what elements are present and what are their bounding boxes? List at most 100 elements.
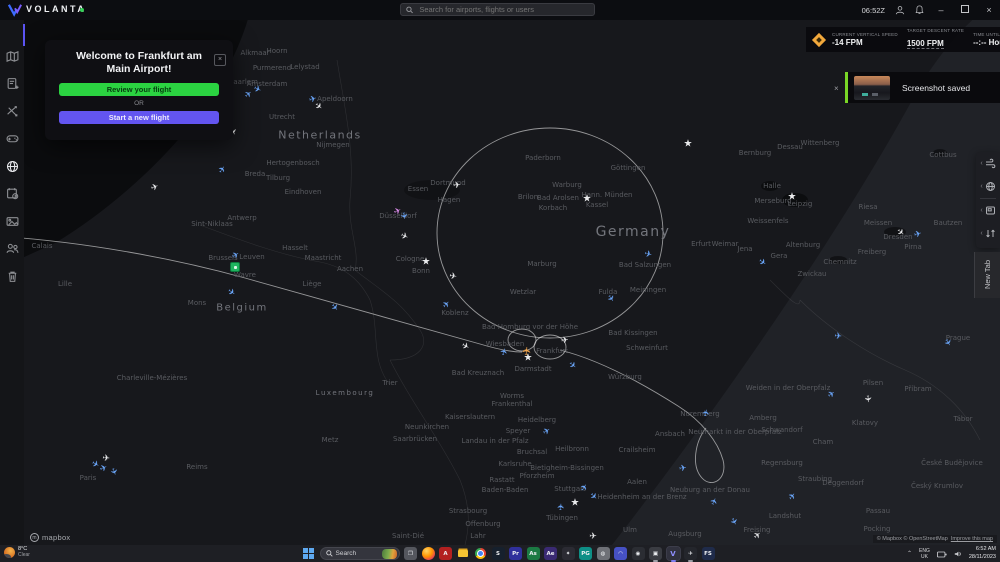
city-label: Essen (408, 185, 428, 193)
battery-icon[interactable] (937, 545, 947, 562)
clock-date: 28/11/2023 (969, 554, 996, 561)
aircraft-marker[interactable]: ✈ (678, 463, 687, 474)
taskbar-app-chrome[interactable] (474, 547, 487, 560)
sidebar-item-logbook[interactable] (0, 182, 24, 206)
aircraft-marker[interactable]: ✈ (862, 395, 873, 403)
taskbar-app-plan-g[interactable]: PG (579, 547, 592, 560)
aircraft-marker[interactable]: ✈ (913, 229, 923, 241)
start-new-flight-button[interactable]: Start a new flight (59, 111, 219, 124)
flights-icon (6, 105, 19, 118)
screenshot-notification[interactable]: Screenshot saved (845, 72, 1000, 103)
taskbar-app-firefox[interactable] (422, 547, 435, 560)
window-minimize-button[interactable]: – (934, 5, 948, 15)
aircraft-marker[interactable]: ✈ (102, 454, 110, 465)
taskbar-clock[interactable]: 6:52 AM 28/11/2023 (969, 546, 996, 560)
global-search[interactable] (400, 3, 595, 16)
taskbar-app-discord[interactable]: ◠ (614, 547, 627, 560)
improve-map-link[interactable]: Improve this map (951, 536, 993, 542)
notifications-bell-icon[interactable] (915, 5, 924, 15)
notification-dismiss-icon[interactable]: × (834, 84, 839, 93)
starred-airport-marker[interactable]: ★ (571, 498, 580, 509)
sidebar-item-screenshots[interactable] (0, 209, 24, 233)
starred-airport-marker[interactable]: ★ (524, 353, 533, 364)
volume-icon[interactable] (954, 545, 962, 562)
taskbar-weather-widget[interactable]: 8°C Clear (4, 546, 30, 558)
aircraft-marker[interactable]: ✈ (448, 271, 457, 282)
map-tool-route[interactable]: ‹ (976, 222, 1000, 245)
mapbox-logo[interactable]: m mapbox (30, 533, 70, 542)
taskbar-app-fs-monitor[interactable]: FS (702, 547, 715, 560)
map-tool-globe-view[interactable]: ‹ (976, 175, 1000, 198)
weather-icon (4, 547, 15, 558)
windows-taskbar: 8°C Clear Search ❐ASPrAsAe✦PG◍◠◉▣V✈FS ⌃ … (0, 545, 1000, 562)
city-label: Maastricht (305, 254, 342, 262)
search-input[interactable] (417, 4, 589, 15)
language-indicator[interactable]: ENGUK (919, 548, 930, 560)
city-label: Aalen (627, 478, 647, 486)
taskbar-app-monitor-app[interactable]: ▣ (649, 547, 662, 560)
taskbar-app-msfs[interactable]: ✈ (684, 547, 697, 560)
taskbar-app-app-dark[interactable]: ✦ (562, 547, 575, 560)
chevron-left-icon: ‹ (980, 207, 982, 214)
departure-airport-marker[interactable] (230, 262, 240, 272)
taskbar-app-acrobat[interactable]: A (439, 547, 452, 560)
city-label: Frankenthal (491, 400, 532, 408)
aircraft-marker[interactable]: ✈ (397, 211, 408, 220)
sidebar-item-flight-plan[interactable] (0, 72, 24, 96)
sidebar-item-friends[interactable] (0, 237, 24, 261)
tray-expand-icon[interactable]: ⌃ (907, 550, 912, 557)
sidebar-item-trash[interactable] (0, 264, 24, 288)
sidebar-item-map[interactable] (0, 44, 24, 68)
logbook-icon (6, 187, 19, 200)
taskbar-app-task-view[interactable]: ❐ (404, 547, 417, 560)
city-label: Würzburg (608, 373, 642, 381)
city-label: Neumarkt in der Oberpfalz (688, 428, 781, 436)
city-label: Saint-Dié (392, 532, 424, 540)
window-close-button[interactable]: × (982, 5, 996, 15)
taskbar-app-premiere[interactable]: Pr (509, 547, 522, 560)
sidebar-item-globe[interactable] (0, 154, 24, 178)
aircraft-marker[interactable]: ✈ (557, 503, 568, 511)
app-dark-icon: ✦ (566, 551, 571, 557)
review-flight-button[interactable]: Review your flight (59, 83, 219, 96)
account-icon[interactable] (895, 5, 905, 15)
taskbar-app-explorer[interactable] (457, 547, 470, 560)
aircraft-marker[interactable]: ✈ (589, 532, 597, 542)
flight-metric-label: CURRENT VERTICAL SPEED (832, 32, 898, 37)
aircraft-marker[interactable]: ✈ (701, 408, 712, 417)
aircraft-marker[interactable]: ✈ (560, 335, 569, 346)
city-label: Alkmaar (240, 49, 269, 57)
taskbar-search[interactable]: Search (320, 547, 400, 560)
starred-airport-marker[interactable]: ★ (583, 194, 592, 205)
taskbar-app-audition[interactable]: As (527, 547, 540, 560)
city-label: Apeldoorn (317, 95, 353, 103)
aircraft-marker[interactable]: ✈ (834, 332, 842, 343)
city-label: Hagen (438, 196, 461, 204)
city-label: Bad Kreuznach (452, 369, 505, 377)
map-attribution: © Mapbox © OpenStreetMapImprove this map (873, 535, 997, 543)
edge-vertical-tab[interactable]: New Tab (974, 252, 1000, 298)
map-tool-layers[interactable]: ‹ (976, 199, 1000, 222)
taskbar-app-app-gray[interactable]: ◍ (597, 547, 610, 560)
starred-airport-marker[interactable]: ★ (684, 139, 693, 150)
city-label: Bad Salzungen (619, 261, 671, 269)
map-tool-wind-layer[interactable]: ‹ (976, 152, 1000, 175)
dialog-close-icon[interactable]: × (214, 54, 226, 66)
window-maximize-button[interactable] (958, 5, 972, 15)
taskbar-app-tracker[interactable]: ◉ (632, 547, 645, 560)
sidebar-item-flights[interactable] (0, 99, 24, 123)
flight-data-panel: CURRENT VERTICAL SPEED-14 FPMTARGET DESC… (806, 27, 1000, 52)
start-button[interactable] (302, 547, 315, 560)
city-label: Neuburg an der Donau (670, 486, 750, 494)
city-label: Brilon (518, 193, 538, 201)
taskbar-app-volanta[interactable]: V (667, 547, 680, 560)
city-label: Worms (500, 392, 524, 400)
starred-airport-marker[interactable]: ★ (422, 257, 431, 268)
city-label: Warburg (552, 181, 582, 189)
starred-airport-marker[interactable]: ★ (788, 192, 797, 203)
aircraft-marker[interactable]: ✈ (453, 181, 461, 192)
city-label: Landshut (769, 512, 801, 520)
sidebar-item-controller[interactable] (0, 127, 24, 151)
taskbar-app-after-effects[interactable]: Ae (544, 547, 557, 560)
taskbar-app-steam[interactable]: S (492, 547, 505, 560)
